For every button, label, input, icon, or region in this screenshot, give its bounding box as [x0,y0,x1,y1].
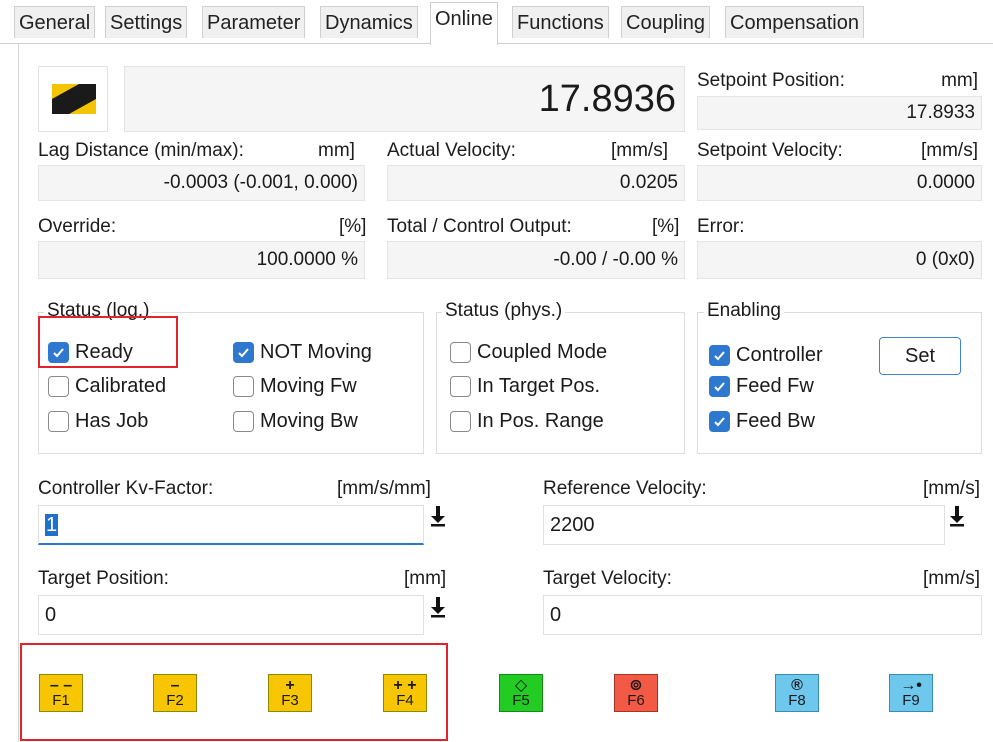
setpoint-velocity-label: Setpoint Velocity: [697,140,843,161]
target-position-label: Target Position: [38,568,169,589]
axis-logo-icon [52,84,96,114]
target-velocity-unit: [mm/s] [923,568,980,589]
error-label: Error: [697,216,745,237]
kv-factor-unit: [mm/s/mm] [337,478,431,499]
checkbox-unchecked-icon [233,411,254,432]
f5-start-button[interactable]: ◇ F5 [499,674,543,712]
moving-fw-checkbox[interactable]: Moving Fw [233,375,357,398]
override-unit: [%] [339,216,367,237]
lag-distance-value: -0.0003 (-0.001, 0.000) [38,165,365,201]
reference-velocity-unit: [mm/s] [923,478,980,499]
set-enabling-button[interactable]: Set [879,337,961,375]
lag-distance-unit: mm] [318,140,355,161]
target-position-input[interactable]: 0 [38,595,424,635]
total-output-label: Total / Control Output: [387,216,572,237]
checkbox-unchecked-icon [450,411,471,432]
checkbox-unchecked-icon [48,376,69,397]
target-velocity-label: Target Velocity: [543,568,672,589]
checkbox-unchecked-icon [48,411,69,432]
tab-settings[interactable]: Settings [105,6,188,38]
tab-general[interactable]: General [14,6,96,38]
coupled-mode-checkbox[interactable]: Coupled Mode [450,341,607,364]
moving-bw-checkbox[interactable]: Moving Bw [233,410,358,433]
in-pos-range-checkbox[interactable]: In Pos. Range [450,410,604,433]
tab-parameter[interactable]: Parameter [202,6,306,38]
feed-bw-label: Feed Bw [736,410,815,432]
checkbox-checked-icon [709,411,730,432]
checkbox-unchecked-icon [233,376,254,397]
target-velocity-input[interactable]: 0 [543,595,982,635]
tab-bar: General Settings Parameter Dynamics Onli… [0,0,993,45]
moving-bw-label: Moving Bw [260,410,358,432]
has-job-checkbox[interactable]: Has Job [48,410,148,433]
in-pos-range-label: In Pos. Range [477,410,604,432]
download-arrow-icon[interactable] [428,595,448,619]
calibrated-label: Calibrated [75,375,167,397]
tab-online[interactable]: Online [430,2,498,45]
controller-checkbox[interactable]: Controller [709,344,823,367]
checkbox-unchecked-icon [450,342,471,363]
actual-velocity-value: 0.0205 [387,165,685,201]
checkbox-unchecked-icon [450,376,471,397]
calibrated-checkbox[interactable]: Calibrated [48,375,166,398]
reference-velocity-input[interactable]: 2200 [543,505,945,545]
coupled-mode-label: Coupled Mode [477,341,608,363]
f9-goto-button[interactable]: →• F9 [889,674,933,712]
download-arrow-icon[interactable] [947,504,967,528]
target-position-unit: [mm] [404,568,447,589]
setpoint-velocity-unit: [mm/s] [921,140,978,161]
in-target-pos-label: In Target Pos. [477,375,601,397]
checkbox-checked-icon [709,376,730,397]
tab-functions[interactable]: Functions [512,6,609,38]
axis-logo [38,66,108,132]
has-job-label: Has Job [75,410,149,432]
f8-reset-button[interactable]: ® F8 [775,674,819,712]
download-arrow-icon[interactable] [428,504,448,528]
reference-velocity-label: Reference Velocity: [543,478,707,499]
jog-keys-highlight-box [20,643,448,741]
actual-position-display: 17.8936 [124,66,685,132]
kv-factor-label: Controller Kv-Factor: [38,478,214,499]
error-value: 0 (0x0) [697,241,982,279]
total-output-value: -0.00 / -0.00 % [387,241,685,279]
f6-stop-button[interactable]: ⊚ F6 [614,674,658,712]
feed-bw-checkbox[interactable]: Feed Bw [709,410,815,433]
in-target-pos-checkbox[interactable]: In Target Pos. [450,375,600,398]
override-value: 100.0000 % [38,241,365,279]
not-moving-label: NOT Moving [260,341,372,363]
feed-fw-checkbox[interactable]: Feed Fw [709,375,814,398]
total-output-unit: [%] [652,216,680,237]
kv-factor-input[interactable]: 1 [38,505,424,545]
setpoint-position-value: 17.8933 [697,96,982,130]
setpoint-velocity-value: 0.0000 [697,165,982,201]
checkbox-checked-icon [709,345,730,366]
actual-velocity-unit: [mm/s] [611,140,668,161]
moving-fw-label: Moving Fw [260,375,357,397]
lag-distance-label: Lag Distance (min/max): [38,140,244,161]
actual-velocity-label: Actual Velocity: [387,140,516,161]
feed-fw-label: Feed Fw [736,375,814,397]
controller-label: Controller [736,344,823,366]
override-label: Override: [38,216,117,237]
ready-highlight-box [38,316,178,368]
not-moving-checkbox[interactable]: NOT Moving [233,341,372,364]
tab-dynamics[interactable]: Dynamics [320,6,418,38]
enabling-title: Enabling [704,300,784,322]
tab-compensation[interactable]: Compensation [725,6,864,38]
checkbox-checked-icon [233,342,254,363]
tab-coupling[interactable]: Coupling [621,6,710,38]
setpoint-position-label: Setpoint Position: [697,70,845,91]
setpoint-position-unit: mm] [941,70,978,91]
status-phys-title: Status (phys.) [442,300,566,322]
